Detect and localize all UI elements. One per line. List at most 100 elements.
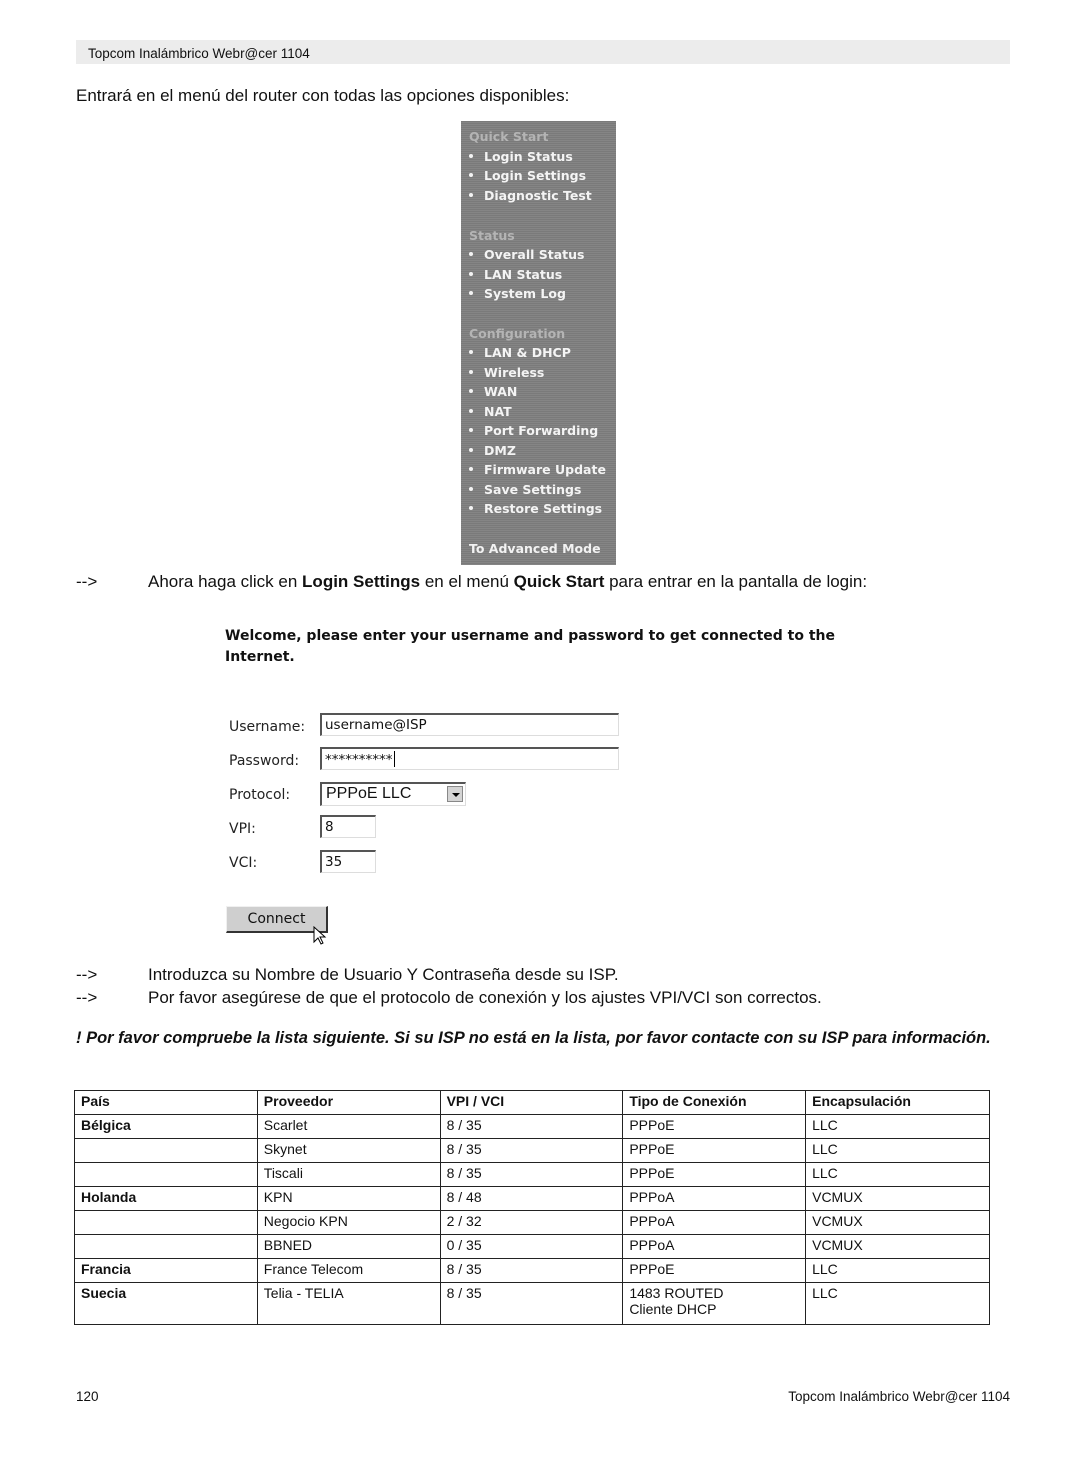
bullet-icon [469, 153, 473, 158]
cell-vpi-vci: 8 / 35 [439, 1282, 624, 1325]
table-row: Holanda KPN 8 / 48 PPPoA VCMUX [74, 1186, 990, 1211]
cell-connection-type: 1483 ROUTED Cliente DHCP [622, 1282, 807, 1325]
table-row: Suecia Telia - TELIA 8 / 35 1483 ROUTED … [74, 1282, 990, 1325]
menu-item-save-settings[interactable]: Save Settings [469, 482, 581, 497]
menu-item-nat[interactable]: NAT [469, 404, 512, 419]
menu-item-lan-dhcp[interactable]: LAN & DHCP [469, 345, 571, 360]
bullet-icon [469, 466, 473, 471]
cell-vpi-vci: 8 / 35 [439, 1258, 624, 1283]
bullet-icon [469, 408, 473, 413]
password-label: Password: [229, 753, 300, 769]
table-row: Negocio KPN 2 / 32 PPPoA VCMUX [74, 1210, 990, 1235]
menu-item-login-settings[interactable]: Login Settings [469, 168, 586, 183]
column-header-encapsulation: Encapsulación [805, 1090, 990, 1115]
bullet-icon [469, 251, 473, 256]
cell-connection-type: PPPoE [622, 1258, 807, 1283]
menu-item-restore-settings[interactable]: Restore Settings [469, 501, 602, 516]
arrow-marker: --> [76, 988, 98, 1007]
instruction-check-protocol: --> Por favor asegúrese de que el protoco… [76, 988, 822, 1007]
router-menu: Quick Start Login Status Login Settings … [461, 121, 616, 565]
bullet-icon [469, 290, 473, 295]
username-label: Username: [229, 719, 306, 735]
cell-provider: Telia - TELIA [256, 1282, 441, 1325]
text-caret [393, 751, 395, 767]
bullet-icon [469, 388, 473, 393]
column-header-provider: Proveedor [256, 1090, 441, 1115]
menu-item-system-log[interactable]: System Log [469, 286, 566, 301]
mouse-cursor-icon [313, 926, 327, 945]
bullet-icon [469, 192, 473, 197]
menu-item-login-status[interactable]: Login Status [469, 149, 573, 164]
cell-provider: KPN [256, 1186, 441, 1211]
table-header-row: País Proveedor VPI / VCI Tipo de Conexió… [74, 1090, 990, 1115]
instruction-login-settings: --> Ahora haga click en Login Settings en… [76, 572, 868, 591]
cell-vpi-vci: 0 / 35 [439, 1234, 624, 1259]
menu-item-port-forwarding[interactable]: Port Forwarding [469, 423, 598, 438]
header-title: Topcom Inalámbrico Webr@cer 1104 [88, 46, 310, 61]
menu-item-diagnostic-test[interactable]: Diagnostic Test [469, 188, 592, 203]
chevron-down-icon[interactable] [447, 786, 463, 802]
protocol-select[interactable]: PPPoE LLC [320, 782, 466, 806]
cell-vpi-vci: 8 / 35 [439, 1138, 624, 1163]
vpi-label: VPI: [229, 821, 256, 837]
cell-provider: France Telecom [256, 1258, 441, 1283]
cell-vpi-vci: 8 / 35 [439, 1162, 624, 1187]
instruction-enter-credentials: --> Introduzca su Nombre de Usuario Y Con… [76, 965, 619, 984]
menu-item-lan-status[interactable]: LAN Status [469, 267, 562, 282]
menu-item-firmware-update[interactable]: Firmware Update [469, 462, 606, 477]
cell-encapsulation: VCMUX [805, 1210, 990, 1235]
menu-section-status[interactable]: Status [469, 228, 515, 243]
column-header-connection-type: Tipo de Conexión [622, 1090, 807, 1115]
cell-country: Bélgica [74, 1114, 258, 1139]
menu-item-wireless[interactable]: Wireless [469, 365, 544, 380]
isp-warning-note: ! Por favor compruebe la lista siguiente… [76, 1029, 991, 1047]
column-header-vpi-vci: VPI / VCI [439, 1090, 624, 1115]
table-row: Skynet 8 / 35 PPPoE LLC [74, 1138, 990, 1163]
cell-country: Holanda [74, 1186, 258, 1211]
cell-encapsulation: LLC [805, 1162, 990, 1187]
bullet-icon [469, 447, 473, 452]
bullet-icon [469, 505, 473, 510]
cell-encapsulation: LLC [805, 1114, 990, 1139]
cell-encapsulation: VCMUX [805, 1234, 990, 1259]
menu-item-wan[interactable]: WAN [469, 384, 517, 399]
table-row: Bélgica Scarlet 8 / 35 PPPoE LLC [74, 1114, 990, 1139]
bullet-icon [469, 369, 473, 374]
cell-connection-type: PPPoA [622, 1186, 807, 1211]
vci-label: VCI: [229, 855, 258, 871]
column-header-country: País [74, 1090, 258, 1115]
menu-item-overall-status[interactable]: Overall Status [469, 247, 585, 262]
cell-provider: Tiscali [256, 1162, 441, 1187]
password-input[interactable]: ********** [320, 747, 619, 770]
vci-input[interactable]: 35 [320, 850, 376, 873]
arrow-marker: --> [76, 572, 98, 591]
username-input[interactable]: username@ISP [320, 713, 619, 736]
menu-link-advanced-mode[interactable]: To Advanced Mode [469, 541, 601, 556]
protocol-label: Protocol: [229, 787, 291, 803]
cell-provider: BBNED [256, 1234, 441, 1259]
cell-provider: Skynet [256, 1138, 441, 1163]
cell-country [74, 1162, 258, 1187]
cell-vpi-vci: 2 / 32 [439, 1210, 624, 1235]
footer-title: Topcom Inalámbrico Webr@cer 1104 [788, 1389, 1010, 1404]
cell-provider: Scarlet [256, 1114, 441, 1139]
cell-country [74, 1234, 258, 1259]
running-header: Topcom Inalámbrico Webr@cer 1104 [76, 40, 1010, 64]
cell-encapsulation: VCMUX [805, 1186, 990, 1211]
vpi-input[interactable]: 8 [320, 815, 376, 838]
cell-country [74, 1210, 258, 1235]
menu-section-configuration[interactable]: Configuration [469, 326, 565, 341]
cell-connection-type: PPPoA [622, 1234, 807, 1259]
bullet-icon [469, 271, 473, 276]
cell-encapsulation: LLC [805, 1282, 990, 1325]
menu-section-quick-start[interactable]: Quick Start [469, 129, 548, 144]
cell-connection-type: PPPoE [622, 1162, 807, 1187]
intro-text: Entrará en el menú del router con todas … [76, 86, 570, 105]
table-row: Tiscali 8 / 35 PPPoE LLC [74, 1162, 990, 1187]
menu-item-dmz[interactable]: DMZ [469, 443, 516, 458]
cell-vpi-vci: 8 / 48 [439, 1186, 624, 1211]
cell-connection-type: PPPoA [622, 1210, 807, 1235]
bullet-icon [469, 172, 473, 177]
isp-table: País Proveedor VPI / VCI Tipo de Conexió… [74, 1090, 990, 1325]
bullet-icon [469, 427, 473, 432]
